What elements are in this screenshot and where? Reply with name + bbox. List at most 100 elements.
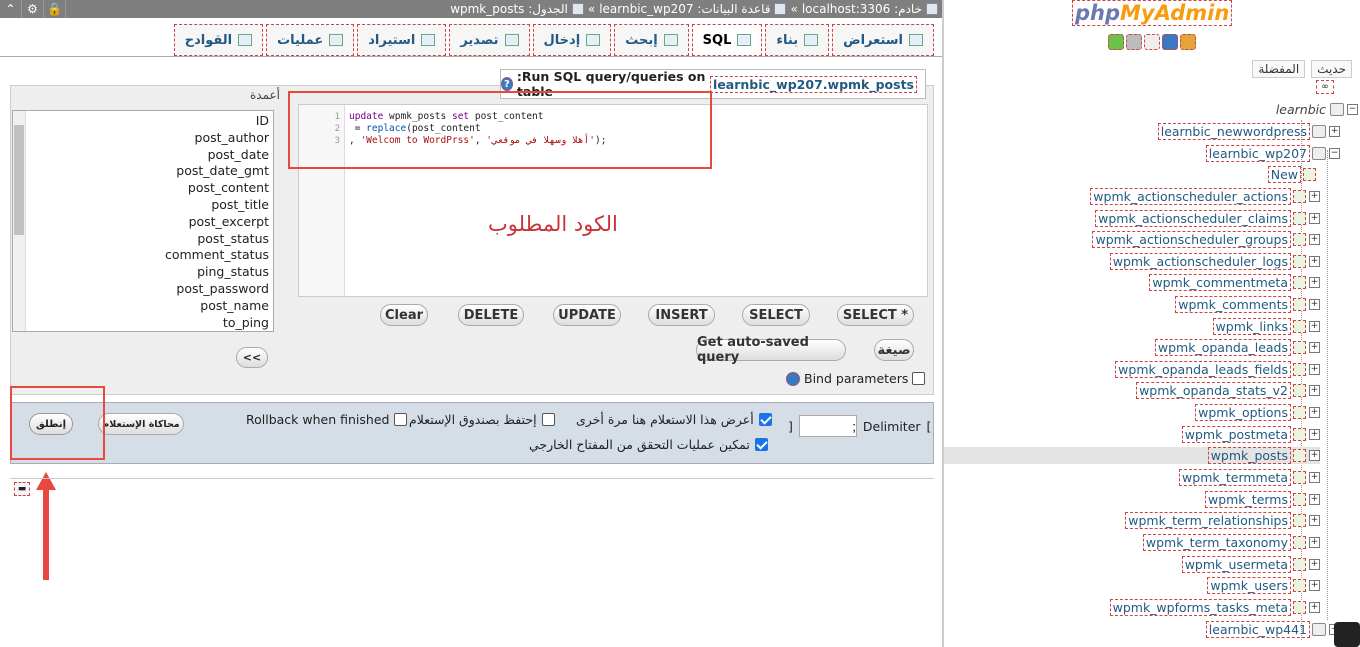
new-table-item[interactable]: New	[1267, 166, 1316, 183]
table-wpmk-actionscheduler-groups[interactable]: wpmk_actionscheduler_groups +	[1092, 231, 1320, 248]
table-wpmk-usermeta-label[interactable]: wpmk_usermeta	[1181, 556, 1291, 573]
table-wpmk-actionscheduler-logs-label[interactable]: wpmk_actionscheduler_logs	[1109, 253, 1291, 270]
table-wpmk-links-label[interactable]: wpmk_links	[1212, 318, 1291, 335]
group-learnbic-label[interactable]: learnbic	[1274, 102, 1328, 117]
tab-recent[interactable]: حديث	[1311, 60, 1352, 78]
table-wpmk-actionscheduler-actions-label[interactable]: wpmk_actionscheduler_actions	[1090, 188, 1291, 205]
table-wpmk-actionscheduler-groups-label[interactable]: wpmk_actionscheduler_groups	[1092, 231, 1291, 248]
table-wpmk-comments[interactable]: wpmk_comments +	[1175, 296, 1320, 313]
fk-checks-checkbox[interactable]	[754, 438, 768, 451]
tab-browse[interactable]: استعراض	[832, 24, 934, 56]
expand-icon[interactable]: +	[1309, 602, 1320, 613]
database-learnbic-newwordpress-label[interactable]: learnbic_newwordpress	[1157, 123, 1310, 140]
columns-scrollbar[interactable]	[13, 111, 26, 331]
expand-icon[interactable]: +	[1309, 256, 1320, 267]
tab-sql[interactable]: SQL	[691, 24, 763, 56]
table-wpmk-actionscheduler-claims-label[interactable]: wpmk_actionscheduler_claims	[1095, 210, 1291, 227]
table-wpmk-opanda-stats-v2[interactable]: wpmk_opanda_stats_v2 +	[1136, 382, 1320, 399]
table-wpmk-posts-label[interactable]: wpmk_posts	[1207, 447, 1291, 464]
table-wpmk-opanda-leads-fields[interactable]: wpmk_opanda_leads_fields +	[1115, 361, 1320, 378]
link-icon[interactable]: ∞	[1316, 80, 1334, 94]
database-learnbic-wp207[interactable]: learnbic_wp207 −	[1205, 145, 1340, 162]
table-wpmk-postmeta[interactable]: wpmk_postmeta +	[1181, 426, 1320, 443]
table-wpmk-commentmeta[interactable]: wpmk_commentmeta +	[1149, 274, 1320, 291]
expand-icon[interactable]: +	[1309, 385, 1320, 396]
column-item[interactable]: post_content	[165, 180, 269, 197]
bind-parameters-checkbox[interactable]	[912, 372, 926, 385]
tab-import[interactable]: استيراد	[357, 24, 447, 56]
expand-icon[interactable]: +	[1309, 342, 1320, 353]
collapse-icon[interactable]: −	[1329, 148, 1340, 159]
delete-button[interactable]: DELETE	[458, 304, 524, 326]
show-again-checkbox[interactable]	[758, 413, 772, 426]
column-item[interactable]: post_title	[165, 197, 269, 214]
gear-icon[interactable]: ⚙	[22, 0, 44, 18]
table-wpmk-opanda-leads-label[interactable]: wpmk_opanda_leads	[1154, 339, 1291, 356]
column-item[interactable]: post_author	[165, 130, 269, 147]
column-item[interactable]: to_ping	[165, 315, 269, 331]
settings-icon[interactable]	[1126, 34, 1142, 50]
table-wpmk-wpforms-tasks-meta-label[interactable]: wpmk_wpforms_tasks_meta	[1109, 599, 1291, 616]
database-learnbic-wp207-label[interactable]: learnbic_wp207	[1205, 145, 1310, 162]
table-wpmk-postmeta-label[interactable]: wpmk_postmeta	[1181, 426, 1291, 443]
breadcrumb-server[interactable]: خادم: localhost:3306	[802, 2, 922, 16]
table-wpmk-actionscheduler-actions[interactable]: wpmk_actionscheduler_actions +	[1090, 188, 1320, 205]
table-wpmk-wpforms-tasks-meta[interactable]: wpmk_wpforms_tasks_meta +	[1109, 599, 1320, 616]
table-wpmk-term-taxonomy-label[interactable]: wpmk_term_taxonomy	[1142, 534, 1291, 551]
delimiter-input[interactable]	[798, 415, 857, 437]
expand-icon[interactable]: +	[1309, 299, 1320, 310]
group-learnbic[interactable]: learnbic −	[1274, 101, 1358, 118]
get-auto-saved-query-button[interactable]: Get auto-saved query	[696, 335, 846, 365]
table-wpmk-users-label[interactable]: wpmk_users	[1207, 577, 1291, 594]
phpmyadmin-logo[interactable]: phpMyAdmin	[1072, 0, 1233, 26]
home-icon[interactable]	[1180, 34, 1196, 50]
rollback-checkbox[interactable]	[394, 413, 408, 426]
expand-icon[interactable]: +	[1309, 191, 1320, 202]
expand-icon[interactable]: +	[1309, 429, 1320, 440]
expand-icon[interactable]: +	[1309, 515, 1320, 526]
tab-triggers[interactable]: القوادح	[173, 24, 264, 56]
database-learnbic-wp441[interactable]: learnbic_wp441+	[1205, 621, 1340, 638]
expand-icon[interactable]: +	[1309, 537, 1320, 548]
select-star-button[interactable]: SELECT *	[837, 304, 914, 326]
column-item[interactable]: ping_status	[165, 264, 269, 281]
table-wpmk-posts[interactable]: wpmk_posts +	[944, 447, 1320, 464]
column-item[interactable]: post_name	[165, 298, 269, 315]
tab-structure[interactable]: بناء	[765, 24, 830, 56]
tab-insert[interactable]: إدخال	[532, 24, 612, 56]
new-table-item-label[interactable]: New	[1267, 166, 1301, 183]
tab-export[interactable]: تصدير	[449, 24, 530, 56]
columns-list[interactable]: ID post_author post_date post_date_gmt p…	[12, 110, 274, 332]
floating-widget-icon[interactable]	[1334, 622, 1360, 647]
expand-icon[interactable]: +	[1309, 472, 1320, 483]
column-item[interactable]: post_password	[165, 281, 269, 298]
expand-icon[interactable]: +	[1309, 321, 1320, 332]
expand-icon[interactable]: +	[1309, 580, 1320, 591]
console-toggle-icon[interactable]: ▬	[14, 482, 30, 496]
database-learnbic-wp441-label[interactable]: learnbic_wp441	[1205, 621, 1310, 638]
insert-button[interactable]: INSERT	[648, 304, 715, 326]
table-wpmk-options-label[interactable]: wpmk_options	[1195, 404, 1291, 421]
expand-icon[interactable]: +	[1309, 450, 1320, 461]
table-wpmk-users[interactable]: wpmk_users +	[1207, 577, 1320, 594]
table-wpmk-opanda-stats-v2-label[interactable]: wpmk_opanda_stats_v2	[1136, 382, 1291, 399]
docs-icon[interactable]	[1144, 34, 1160, 50]
column-item[interactable]: comment_status	[165, 247, 269, 264]
expand-icon[interactable]: +	[1309, 559, 1320, 570]
table-wpmk-links[interactable]: wpmk_links +	[1212, 318, 1320, 335]
database-learnbic-newwordpress[interactable]: learnbic_newwordpress +	[1157, 123, 1340, 140]
insert-column-button[interactable]: <<	[236, 347, 268, 368]
breadcrumb-table[interactable]: الجدول: wpmk_posts	[450, 2, 568, 16]
update-button[interactable]: UPDATE	[553, 304, 621, 326]
table-wpmk-term-taxonomy[interactable]: wpmk_term_taxonomy +	[1142, 534, 1320, 551]
table-wpmk-actionscheduler-claims[interactable]: wpmk_actionscheduler_claims +	[1095, 210, 1320, 227]
column-item[interactable]: post_status	[165, 231, 269, 248]
table-wpmk-termmeta-label[interactable]: wpmk_termmeta	[1179, 469, 1291, 486]
table-wpmk-opanda-leads-fields-label[interactable]: wpmk_opanda_leads_fields	[1115, 361, 1291, 378]
expand-icon[interactable]: +	[1309, 234, 1320, 245]
table-wpmk-options[interactable]: wpmk_options +	[1195, 404, 1320, 421]
expand-icon[interactable]: +	[1329, 126, 1340, 137]
table-wpmk-terms[interactable]: wpmk_terms +	[1204, 491, 1320, 508]
tab-favorites[interactable]: المفضلة	[1252, 60, 1306, 78]
clear-button[interactable]: Clear	[380, 304, 428, 326]
